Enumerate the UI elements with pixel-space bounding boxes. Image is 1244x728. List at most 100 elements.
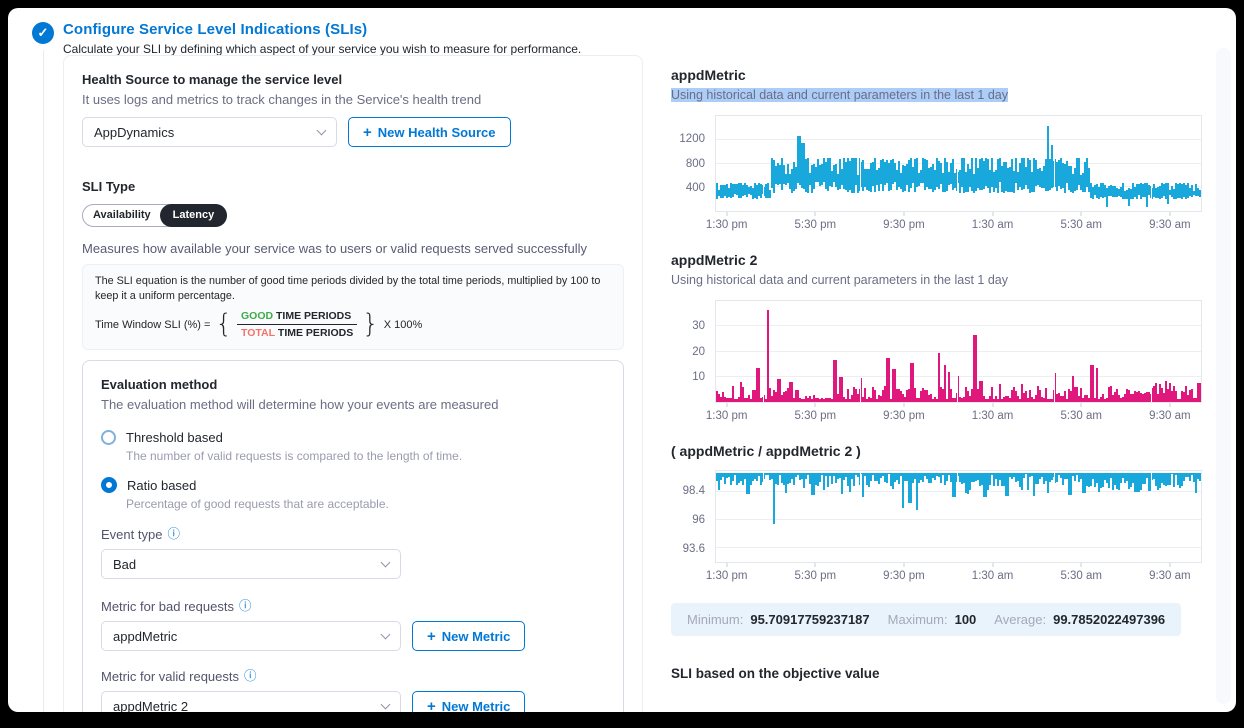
metric-bad-row: appdMetric + New Metric: [101, 621, 605, 651]
brace-open: {: [215, 313, 232, 336]
info-icon[interactable]: ⓘ: [167, 528, 180, 541]
metric-valid-label-text: Metric for valid requests: [101, 669, 239, 684]
metric-valid-select[interactable]: appdMetric 2: [101, 691, 401, 712]
formula-denominator: TOTAL TIME PERIODS: [237, 325, 357, 339]
plot-area[interactable]: [715, 115, 1202, 212]
page-subtitle: Calculate your SLI by defining which asp…: [63, 42, 581, 56]
chart-row: 102030 1:30 pm5:30 pm9:30 pm1:30 am5:30 …: [671, 300, 1202, 429]
metric-valid-label: Metric for valid requests ⓘ: [101, 669, 605, 684]
check-circle-icon: ✓: [32, 22, 54, 44]
total-text: TOTAL: [241, 327, 275, 339]
chart-title: appdMetric 2: [671, 252, 1202, 268]
metric-bad-label-text: Metric for bad requests: [101, 599, 234, 614]
x-axis-labels: 1:30 pm5:30 pm9:30 pm1:30 am5:30 am9:30 …: [715, 403, 1202, 429]
info-icon[interactable]: ⓘ: [239, 600, 252, 613]
health-source-value: AppDynamics: [94, 125, 174, 140]
health-source-label: Health Source to manage the service leve…: [82, 72, 624, 87]
plus-icon: +: [427, 629, 436, 644]
good-text: GOOD: [241, 310, 273, 322]
x-axis-labels: 1:30 pm5:30 pm9:30 pm1:30 am5:30 am9:30 …: [715, 212, 1202, 238]
ratio-based-label: Ratio based: [127, 478, 196, 493]
new-health-source-label: New Health Source: [378, 125, 496, 140]
new-metric-valid-button[interactable]: + New Metric: [412, 691, 525, 712]
chart-title: appdMetric: [671, 67, 1202, 83]
radio-threshold-based[interactable]: Threshold based: [101, 430, 605, 445]
chart-appdmetric-2: appdMetric 2 Using historical data and c…: [671, 252, 1202, 429]
chevron-down-icon: [381, 699, 391, 709]
radio-ratio-based[interactable]: Ratio based: [101, 477, 605, 493]
ratio-based-description: Percentage of good requests that are acc…: [126, 497, 605, 511]
y-axis-labels: 93.69698.4: [671, 470, 715, 563]
health-source-description: It uses logs and metrics to track change…: [82, 92, 624, 107]
chevron-down-icon: [381, 629, 391, 639]
chart-subtitle: Using historical data and current parame…: [671, 88, 1008, 102]
chart-ratio: ( appdMetric / appdMetric 2 ) 93.69698.4…: [671, 443, 1202, 589]
plot-area[interactable]: [715, 470, 1202, 563]
evaluation-method-box: Evaluation method The evaluation method …: [82, 360, 624, 712]
metric-bad-label: Metric for bad requests ⓘ: [101, 599, 605, 614]
sli-equation-text: The SLI equation is the number of good t…: [95, 274, 611, 304]
metric-valid-row: appdMetric 2 + New Metric: [101, 691, 605, 712]
stat-average-value: 99.7852022497396: [1053, 612, 1165, 627]
sli-objective-heading: SLI based on the objective value: [671, 666, 1202, 681]
radio-unselected-icon: [101, 430, 116, 445]
charts-panel: appdMetric Using historical data and cur…: [671, 55, 1226, 712]
stat-minimum-label: Minimum:: [687, 612, 743, 627]
sli-type-latency[interactable]: Latency: [160, 204, 228, 227]
stepper-line: [43, 50, 44, 712]
new-health-source-button[interactable]: + New Health Source: [348, 117, 511, 147]
formula-fraction: GOOD TIME PERIODS TOTAL TIME PERIODS: [237, 310, 357, 339]
evaluation-method-description: The evaluation method will determine how…: [101, 397, 605, 412]
sli-form-card: Health Source to manage the service leve…: [63, 55, 643, 712]
new-metric-bad-button[interactable]: + New Metric: [412, 621, 525, 651]
stat-minimum-value: 95.70917759237187: [750, 612, 869, 627]
event-type-label: Event type ⓘ: [101, 527, 605, 542]
plot-wrap: 1:30 pm5:30 pm9:30 pm1:30 am5:30 am9:30 …: [715, 300, 1202, 429]
sli-type-toggle: Availability Latency: [82, 204, 227, 227]
metric-bad-value: appdMetric: [113, 629, 177, 644]
threshold-based-description: The number of valid requests is compared…: [126, 449, 605, 463]
new-metric-valid-label: New Metric: [442, 699, 511, 712]
header-text: Configure Service Level Indications (SLI…: [63, 21, 581, 56]
x-axis-labels: 1:30 pm5:30 pm9:30 pm1:30 am5:30 am9:30 …: [715, 563, 1202, 589]
metric-bad-select[interactable]: appdMetric: [101, 621, 401, 651]
formula-numerator: GOOD TIME PERIODS: [237, 310, 357, 325]
denominator-rest: TIME PERIODS: [275, 327, 353, 339]
health-source-select[interactable]: AppDynamics: [82, 117, 337, 147]
y-axis-labels: 4008001200: [671, 115, 715, 212]
threshold-based-label: Threshold based: [126, 430, 223, 445]
sli-type-description: Measures how available your service was …: [82, 241, 624, 256]
sli-type-availability[interactable]: Availability: [83, 206, 161, 225]
plot-area[interactable]: [715, 300, 1202, 403]
stat-average-label: Average:: [994, 612, 1046, 627]
formula-suffix: X 100%: [384, 319, 423, 331]
sli-type-label: SLI Type: [82, 179, 624, 194]
event-type-select[interactable]: Bad: [101, 549, 401, 579]
info-icon[interactable]: ⓘ: [244, 670, 257, 683]
scrollbar[interactable]: [1216, 48, 1231, 704]
numerator-rest: TIME PERIODS: [273, 310, 351, 322]
stat-minimum: Minimum: 95.70917759237187: [687, 612, 870, 627]
chart-row: 93.69698.4 1:30 pm5:30 pm9:30 pm1:30 am5…: [671, 470, 1202, 589]
chart-row: 4008001200 1:30 pm5:30 pm9:30 pm1:30 am5…: [671, 115, 1202, 238]
stat-maximum-value: 100: [955, 612, 977, 627]
stat-average: Average: 99.7852022497396: [994, 612, 1165, 627]
chevron-down-icon: [317, 125, 327, 135]
chart-title: ( appdMetric / appdMetric 2 ): [671, 443, 1202, 459]
section-header: ✓ Configure Service Level Indications (S…: [8, 8, 1236, 56]
formula-prefix: Time Window SLI (%) =: [95, 319, 210, 331]
plot-wrap: 1:30 pm5:30 pm9:30 pm1:30 am5:30 am9:30 …: [715, 115, 1202, 238]
sli-formula: Time Window SLI (%) = { GOOD TIME PERIOD…: [95, 310, 611, 339]
plus-icon: +: [427, 699, 436, 712]
sli-equation-box: The SLI equation is the number of good t…: [82, 264, 624, 350]
page-title: Configure Service Level Indications (SLI…: [63, 21, 581, 38]
ratio-stats-bar: Minimum: 95.70917759237187 Maximum: 100 …: [671, 603, 1181, 636]
evaluation-method-label: Evaluation method: [101, 377, 605, 392]
event-type-label-text: Event type: [101, 527, 162, 542]
health-source-row: AppDynamics + New Health Source: [82, 117, 624, 147]
sli-config-screen: ✓ Configure Service Level Indications (S…: [8, 8, 1236, 712]
plot-wrap: 1:30 pm5:30 pm9:30 pm1:30 am5:30 am9:30 …: [715, 470, 1202, 589]
chart-subtitle: Using historical data and current parame…: [671, 273, 1008, 287]
new-metric-bad-label: New Metric: [442, 629, 511, 644]
stat-maximum-label: Maximum:: [888, 612, 948, 627]
